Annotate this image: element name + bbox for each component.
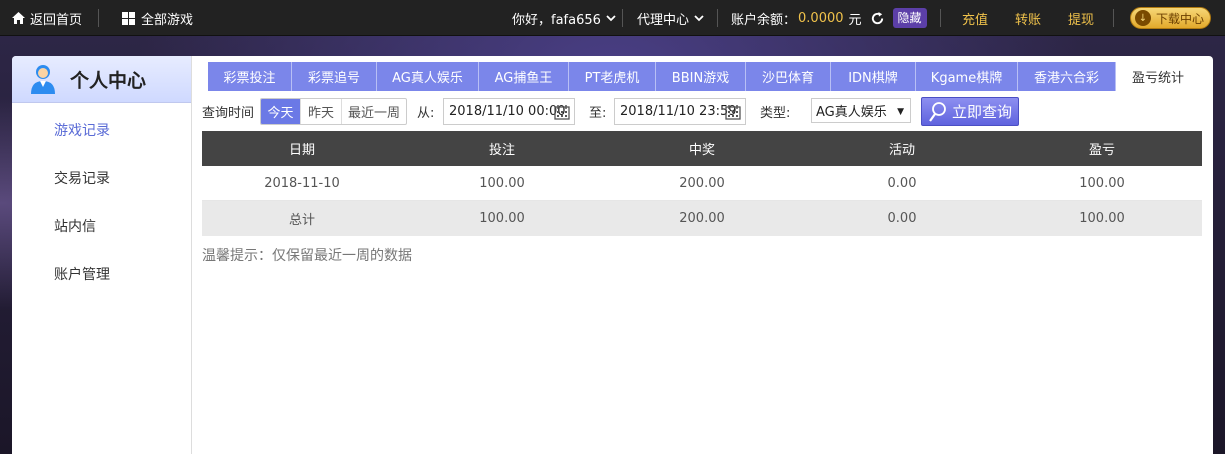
divider: [717, 9, 718, 27]
cell-winnings: 200.00: [679, 175, 725, 191]
calendar-icon[interactable]: [554, 104, 570, 120]
tab-lottery-chase[interactable]: 彩票追号: [292, 62, 377, 91]
sidebar-item-messages[interactable]: 站内信: [54, 216, 96, 236]
filter-bar: 查询时间 今天 昨天 最近一周 从: 2018/11/10 00:00 至: 2…: [202, 97, 1207, 126]
type-label: 类型:: [760, 105, 791, 121]
profit-loss-table: 日期 投注 中奖 活动 盈亏 2018-11-10 100.00 200.00 …: [202, 131, 1202, 236]
range-last-week-button[interactable]: 最近一周: [342, 99, 406, 124]
home-icon: [12, 12, 25, 24]
range-yesterday-button[interactable]: 昨天: [301, 99, 342, 124]
from-date-input[interactable]: 2018/11/10 00:00: [443, 98, 575, 125]
total-winnings: 200.00: [679, 211, 725, 226]
sidebar-item-game-records[interactable]: 游戏记录: [54, 120, 110, 140]
total-bet: 100.00: [479, 211, 525, 226]
tab-ag-live[interactable]: AG真人娱乐: [377, 62, 479, 91]
total-promotion: 0.00: [887, 211, 917, 226]
cell-bet: 100.00: [479, 175, 525, 191]
all-games-label: 全部游戏: [141, 12, 194, 28]
cell-promotion: 0.00: [887, 175, 917, 191]
download-label: 下载中心: [1156, 11, 1205, 26]
to-label: 至:: [589, 105, 607, 121]
tab-hk-mark-six[interactable]: 香港六合彩: [1018, 62, 1116, 91]
hide-balance-button[interactable]: 隐藏: [892, 8, 927, 28]
total-label: 总计: [288, 213, 315, 228]
recharge-link[interactable]: 充值: [962, 0, 988, 36]
tab-pt-slots[interactable]: PT老虎机: [569, 62, 656, 91]
user-avatar-icon: [31, 65, 55, 94]
dropdown-arrow-icon: ▼: [897, 107, 904, 117]
refresh-icon[interactable]: [870, 11, 885, 26]
sidebar-header: 个人中心: [12, 56, 191, 103]
tip-text: 温馨提示：仅保留最近一周的数据: [202, 248, 412, 264]
header-winnings: 中奖: [688, 143, 715, 158]
agent-center-menu[interactable]: 代理中心: [637, 0, 704, 36]
tab-saba-sports[interactable]: 沙巴体育: [746, 62, 831, 91]
game-tabs: 彩票投注 彩票追号 AG真人娱乐 AG捕鱼王 PT老虎机 BBIN游戏 沙巴体育…: [208, 62, 1200, 91]
calendar-icon[interactable]: [725, 104, 741, 120]
home-link[interactable]: 返回首页: [12, 0, 82, 36]
grid-icon: [122, 11, 135, 25]
balance-value: 0.0000: [798, 10, 844, 26]
sidebar-item-account-management[interactable]: 账户管理: [54, 264, 110, 284]
cell-date: 2018-11-10: [264, 175, 340, 191]
table-row: 2018-11-10 100.00 200.00 0.00 100.00: [202, 166, 1202, 201]
tab-idn-chess[interactable]: IDN棋牌: [831, 62, 916, 91]
chevron-down-icon: [694, 14, 704, 21]
from-date-value: 2018/11/10 00:00: [449, 104, 566, 119]
tab-lottery-bets[interactable]: 彩票投注: [208, 62, 292, 91]
divider: [98, 9, 99, 27]
main-panel: 彩票投注 彩票追号 AG真人娱乐 AG捕鱼王 PT老虎机 BBIN游戏 沙巴体育…: [192, 56, 1213, 454]
to-date-value: 2018/11/10 23:59: [620, 104, 737, 119]
tab-kgame-chess[interactable]: Kgame棋牌: [916, 62, 1018, 91]
balance-label: 账户余额：: [731, 12, 797, 28]
to-date-input[interactable]: 2018/11/10 23:59: [614, 98, 746, 125]
home-label: 返回首页: [30, 12, 83, 28]
tab-profit-loss[interactable]: 盈亏统计: [1116, 62, 1200, 91]
download-icon: ↓: [1135, 10, 1151, 26]
download-center-button[interactable]: ↓ 下载中心: [1130, 7, 1211, 29]
transfer-link[interactable]: 转账: [1015, 0, 1041, 36]
header-bet: 投注: [488, 143, 515, 158]
range-today-button[interactable]: 今天: [261, 99, 301, 124]
search-icon: [929, 101, 946, 122]
tab-ag-fishing[interactable]: AG捕鱼王: [479, 62, 569, 91]
chevron-down-icon: [606, 14, 616, 21]
query-button[interactable]: 立即查询: [921, 97, 1019, 126]
divider: [622, 9, 623, 27]
header-date: 日期: [288, 143, 315, 158]
sidebar-item-transaction-records[interactable]: 交易记录: [54, 168, 110, 188]
agent-center-label: 代理中心: [637, 12, 690, 28]
withdraw-link[interactable]: 提现: [1068, 0, 1094, 36]
balance-area: 账户余额： 0.0000 元 隐藏: [731, 0, 927, 36]
table-total-row: 总计 100.00 200.00 0.00 100.00: [202, 201, 1202, 236]
divider: [1113, 9, 1114, 27]
query-time-label: 查询时间: [202, 105, 255, 121]
sidebar-title: 个人中心: [70, 69, 147, 92]
header-promotion: 活动: [888, 143, 915, 158]
cell-profit-loss: 100.00: [1079, 175, 1125, 191]
header-profit-loss: 盈亏: [1088, 143, 1115, 158]
greeting: 你好，fafa656: [512, 12, 601, 28]
query-button-label: 立即查询: [952, 103, 1013, 121]
type-select[interactable]: AG真人娱乐 ▼: [811, 98, 911, 123]
sidebar: 个人中心 游戏记录 交易记录 站内信 账户管理: [12, 56, 192, 454]
table-header-row: 日期 投注 中奖 活动 盈亏: [202, 131, 1202, 166]
top-bar: 返回首页 全部游戏 你好，fafa656 代理中心 账户余额： 0.0000 元…: [0, 0, 1225, 36]
divider: [940, 9, 941, 27]
tab-bbin-games[interactable]: BBIN游戏: [656, 62, 746, 91]
all-games-link[interactable]: 全部游戏: [122, 0, 193, 36]
total-profit-loss: 100.00: [1079, 211, 1125, 226]
date-range-selector: 今天 昨天 最近一周: [260, 98, 407, 125]
balance-unit: 元: [848, 12, 862, 28]
type-select-value: AG真人娱乐: [816, 105, 887, 120]
user-menu[interactable]: 你好，fafa656: [512, 0, 616, 36]
from-label: 从:: [417, 105, 435, 121]
